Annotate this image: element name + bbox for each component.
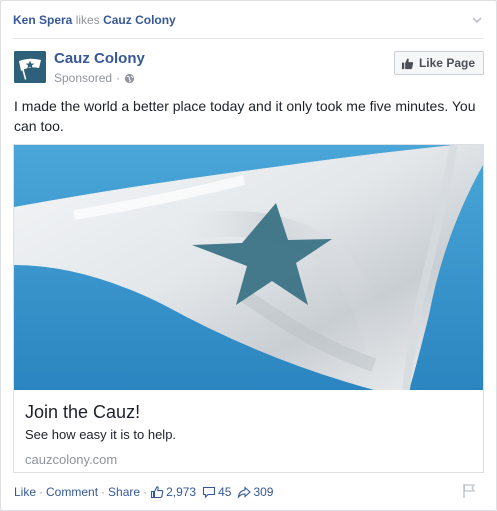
story-header: Ken Spera likes Cauz Colony: [13, 11, 484, 31]
likes-count[interactable]: 2,973: [150, 483, 196, 501]
globe-icon: [124, 73, 135, 83]
shares-count-value: 309: [253, 485, 274, 499]
like-page-button[interactable]: Like Page: [393, 51, 484, 75]
comments-count-value: 45: [218, 485, 232, 499]
page-avatar[interactable]: [14, 51, 46, 83]
cauz-logo-icon: [14, 51, 46, 83]
likes-count-value: 2,973: [166, 485, 197, 499]
attachment-body: Join the Cauz! See how easy it is to hel…: [25, 401, 472, 468]
chevron-down-icon[interactable]: [470, 13, 484, 27]
page-name-link[interactable]: Cauz Colony: [54, 49, 145, 69]
feed-story-card: Ken Spera likes Cauz Colony Cauz Colony …: [0, 0, 497, 511]
like-link[interactable]: Like: [14, 483, 36, 501]
share-arrow-icon: [238, 486, 252, 499]
attachment-image[interactable]: [14, 145, 483, 390]
post-message: I made the world a better place today an…: [14, 98, 476, 134]
attachment-domain: cauzcolony.com: [25, 452, 118, 467]
post-header: Cauz Colony Sponsored · Like Page: [14, 49, 484, 89]
actor-link[interactable]: Ken Spera: [13, 13, 72, 27]
header-divider: [13, 38, 484, 39]
link-attachment[interactable]: Join the Cauz! See how easy it is to hel…: [13, 144, 484, 473]
attachment-title[interactable]: Join the Cauz!: [25, 401, 472, 423]
story-verb: likes: [75, 13, 100, 27]
action-bar: Like · Comment · Share · 2,973 45 309: [14, 483, 484, 501]
flag-image: [14, 145, 483, 390]
sponsored-text[interactable]: Sponsored: [54, 70, 112, 86]
object-link[interactable]: Cauz Colony: [103, 13, 176, 27]
attachment-description: See how easy it is to help.: [25, 427, 177, 442]
comments-count[interactable]: 45: [202, 483, 231, 501]
sponsored-label: Sponsored ·: [54, 70, 135, 86]
shares-count[interactable]: 309: [237, 483, 273, 501]
thumbs-up-icon: [401, 57, 414, 69]
thumbs-up-outline-icon: [151, 486, 164, 499]
comment-bubble-icon: [203, 486, 216, 499]
report-flag-icon[interactable]: [462, 483, 476, 499]
like-page-label: Like Page: [418, 56, 475, 70]
share-link[interactable]: Share: [108, 483, 140, 501]
comment-link[interactable]: Comment: [46, 483, 98, 501]
